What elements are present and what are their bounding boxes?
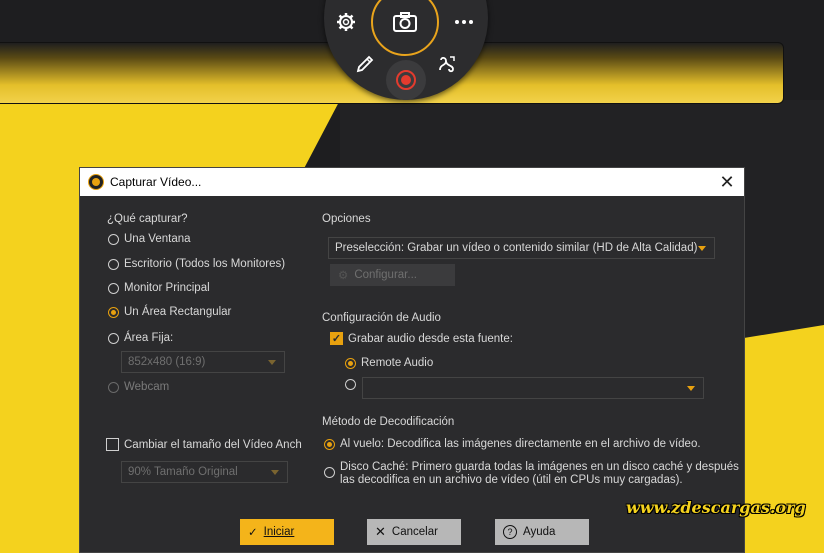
record-video-button[interactable] — [396, 70, 416, 90]
radio-desktop[interactable] — [108, 259, 119, 270]
option-label: Área Fija: — [124, 332, 174, 344]
cancel-button[interactable]: ✕ Cancelar — [367, 519, 461, 545]
resize-video-checkbox[interactable] — [106, 438, 119, 451]
start-button[interactable]: ✓ Iniciar — [240, 519, 334, 545]
close-icon[interactable]: ✕ — [716, 172, 738, 192]
help-label: Ayuda — [523, 526, 556, 538]
radio-remote-audio[interactable] — [345, 358, 356, 369]
dialog-title: Capturar Vídeo... — [110, 175, 202, 189]
option-label: Monitor Principal — [124, 282, 210, 294]
check-icon: ✓ — [248, 527, 258, 539]
radio-on-the-fly[interactable] — [324, 439, 335, 450]
chevron-down-icon — [268, 360, 276, 365]
option-label: Webcam — [124, 381, 170, 393]
settings-gear-icon[interactable] — [333, 9, 359, 35]
fixed-size-value: 852x480 (16:9) — [128, 356, 206, 368]
resize-percent-select[interactable]: 90% Tamaño Original — [121, 461, 288, 483]
radio-rectangular-area[interactable] — [108, 307, 119, 318]
option-label: Una Ventana — [124, 233, 191, 245]
more-options-icon[interactable] — [451, 9, 477, 35]
chevron-down-icon — [687, 386, 695, 391]
preset-value: Preselección: Grabar un vídeo o contenid… — [335, 242, 698, 254]
decode-heading: Método de Decodificación — [322, 416, 455, 428]
radio-disk-cache[interactable] — [324, 467, 335, 478]
configure-label: Configurar... — [354, 269, 417, 281]
close-icon: ✕ — [375, 524, 386, 539]
radio-webcam[interactable] — [108, 382, 119, 393]
dialog-titlebar[interactable]: Capturar Vídeo... ✕ — [80, 168, 744, 196]
chevron-down-icon — [271, 470, 279, 475]
record-audio-label: Grabar audio desde esta fuente: — [348, 333, 513, 345]
configure-button[interactable]: ⚙ Configurar... — [330, 264, 455, 286]
chevron-down-icon — [698, 246, 706, 251]
option-label: Un Área Rectangular — [124, 306, 232, 318]
audio-heading: Configuración de Audio — [322, 312, 441, 324]
preset-select[interactable]: Preselección: Grabar un vídeo o contenid… — [328, 237, 715, 259]
disk-cache-label-line2: las decodifica en un archivo de vídeo (ú… — [340, 474, 683, 486]
options-heading: Opciones — [322, 213, 371, 225]
option-label: Escritorio (Todos los Monitores) — [124, 258, 286, 270]
start-label: Iniciar — [263, 526, 295, 538]
record-audio-checkbox[interactable]: ✓ — [330, 332, 343, 345]
disk-cache-label-line1: Disco Caché: Primero guarda todas la imá… — [340, 461, 739, 473]
app-logo-icon — [88, 174, 104, 190]
radio-other-audio-source[interactable] — [345, 379, 356, 390]
pencil-annotate-icon[interactable] — [352, 51, 378, 77]
record-icon — [401, 75, 411, 85]
radio-main-monitor[interactable] — [108, 283, 119, 294]
audio-source-select[interactable] — [362, 377, 704, 399]
on-the-fly-label: Al vuelo: Decodifica las imágenes direct… — [340, 438, 701, 450]
radio-one-window[interactable] — [108, 234, 119, 245]
watermark-text: www.zdescargas.org — [626, 498, 806, 517]
wrench-icon: ⚙ — [338, 270, 349, 282]
remote-audio-label: Remote Audio — [361, 357, 434, 369]
cancel-label: Cancelar — [391, 526, 438, 538]
help-icon: ? — [503, 525, 517, 539]
help-button[interactable]: ? Ayuda — [495, 519, 589, 545]
fixed-size-select[interactable]: 852x480 (16:9) — [121, 351, 285, 373]
radio-fixed-area[interactable] — [108, 333, 119, 344]
scroll-capture-icon[interactable] — [434, 51, 460, 77]
capture-heading: ¿Qué capturar? — [107, 213, 188, 225]
camera-icon — [392, 9, 418, 35]
resize-percent-value: 90% Tamaño Original — [128, 466, 238, 478]
desktop-wallpaper-yellow-right — [740, 325, 824, 553]
capture-video-dialog: Capturar Vídeo... ✕ ¿Qué capturar? Una V… — [79, 167, 745, 553]
resize-video-label: Cambiar el tamaño del Vídeo Anch — [124, 439, 302, 451]
